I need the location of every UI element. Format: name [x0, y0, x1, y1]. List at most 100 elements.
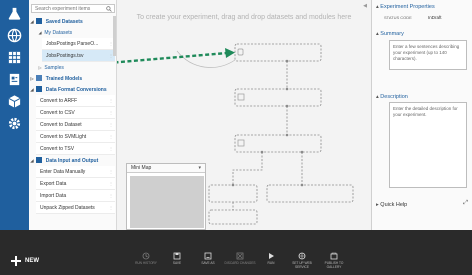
summary-placeholder: Enter a few sentences describing your ex… [393, 44, 460, 61]
category-samples[interactable]: ▷ Samples [29, 62, 116, 73]
discard-icon [236, 252, 244, 260]
module-item-enter-data[interactable]: Enter Data Manually ⋮ [36, 166, 115, 178]
category-my-datasets[interactable]: ◢ My Datasets [29, 27, 116, 38]
drag-handle-icon[interactable]: ⋮ [109, 202, 113, 214]
drag-handle-icon[interactable]: ⋮ [109, 107, 113, 119]
module-item-convert-csv[interactable]: Convert to CSV ⋮ [36, 107, 115, 119]
category-label: Trained Models [45, 76, 83, 82]
module-slot-3 [234, 134, 322, 153]
module-item-convert-dataset[interactable]: Convert to Dataset ⋮ [36, 119, 115, 131]
dataset-item-jobspostings-tsv[interactable]: JobsPostings.tsv ⋮ [42, 50, 115, 62]
item-label: Export Data [40, 181, 67, 187]
category-label: My Datasets [44, 30, 73, 36]
caret-down-icon: ◢ [30, 87, 34, 92]
drag-handle-icon[interactable]: ⋮ [109, 119, 113, 131]
experiment-canvas[interactable]: To create your experiment, drag and drop… [117, 0, 371, 230]
module-item-import-data[interactable]: Import Data ⋮ [36, 190, 115, 202]
flask-icon[interactable] [7, 6, 22, 21]
module-tree: ◢ Saved Datasets ◢ My Datasets JobsPosti… [29, 16, 116, 214]
item-label: Convert to CSV [40, 110, 75, 116]
properties-panel: ▴ Experiment Properties STATUS CODE InDr… [371, 0, 472, 230]
database-icon [36, 18, 43, 24]
caret-down-icon: ◢ [30, 158, 34, 163]
properties-title-text: Experiment Properties [380, 4, 435, 10]
run-button[interactable]: RUN [255, 252, 287, 265]
cube-icon [36, 75, 43, 81]
search-icon[interactable] [106, 6, 112, 12]
save-as-label: SAVE AS [201, 261, 215, 265]
category-label: Data Format Conversions [45, 87, 107, 93]
description-title: Description [380, 94, 408, 100]
item-label: JobsPostings.tsv [46, 53, 84, 59]
caret-right-icon: ▷ [38, 65, 42, 70]
document-icon[interactable] [7, 72, 22, 87]
description-placeholder: Enter the detailed description for your … [393, 106, 458, 117]
run-history-button[interactable]: RUN HISTORY [130, 252, 162, 265]
cube-icon[interactable] [7, 94, 22, 109]
module-slot-6 [208, 209, 258, 225]
set-up-web-service-button[interactable]: SET UP WEB SERVICE [286, 252, 318, 269]
quick-help-header[interactable]: ▸ Quick Help [376, 202, 407, 208]
globe-icon[interactable] [7, 28, 22, 43]
module-item-unpack-zipped[interactable]: Unpack Zipped Datasets ⋮ [36, 202, 115, 214]
save-as-button[interactable]: SAVE AS [192, 252, 224, 265]
settings-icon[interactable] [7, 116, 22, 131]
minimap-title: Mini Map [127, 164, 205, 173]
category-trained-models[interactable]: ▷ Trained Models [29, 73, 116, 84]
palette-scrollbar[interactable] [113, 16, 116, 56]
save-button[interactable]: SAVE [161, 252, 193, 265]
module-item-convert-svmlight[interactable]: Convert to SVMLight ⋮ [36, 131, 115, 143]
new-label: NEW [25, 258, 39, 264]
category-label: Samples [44, 65, 64, 71]
drag-handle-icon[interactable]: ⋮ [109, 166, 113, 178]
save-as-icon [204, 252, 212, 260]
item-label: Enter Data Manually [40, 169, 86, 175]
search-placeholder: Search experiment items [35, 6, 91, 12]
search-input[interactable]: Search experiment items [31, 4, 115, 13]
item-label: Convert to SVMLight [40, 134, 87, 140]
caret-down-icon: ◢ [38, 30, 42, 35]
summary-section-header[interactable]: ▴ Summary [376, 31, 404, 37]
module-slot-5 [266, 184, 354, 203]
item-label: JobsPostings ParseO... [46, 41, 99, 47]
drag-handle-icon[interactable]: ⋮ [109, 190, 113, 202]
run-label: RUN [267, 261, 275, 265]
chevron-down-icon[interactable]: ▾ [198, 165, 201, 171]
conversion-icon [36, 86, 43, 92]
history-icon [142, 252, 150, 260]
publish-to-gallery-button[interactable]: PUBLISH TO GALLERY [318, 252, 350, 269]
module-item-convert-arff[interactable]: Convert to ARFF ⋮ [36, 95, 115, 107]
module-slot-dataset [234, 43, 322, 62]
drag-handle-icon[interactable]: ⋮ [109, 178, 113, 190]
caret-down-icon: ◢ [30, 19, 34, 24]
summary-field[interactable]: Enter a few sentences describing your ex… [389, 40, 467, 70]
gallery-icon [330, 252, 338, 260]
save-label: SAVE [172, 261, 182, 265]
module-item-convert-tsv[interactable]: Convert to TSV ⋮ [36, 143, 115, 155]
properties-title: ▴ Experiment Properties [376, 4, 435, 10]
item-label: Unpack Zipped Datasets [40, 205, 95, 211]
publish-to-gallery-label: PUBLISH TO GALLERY [324, 261, 344, 269]
data-io-icon [36, 157, 43, 163]
discard-changes-button[interactable]: DISCARD CHANGES [224, 252, 256, 265]
minimap-viewport[interactable] [130, 176, 204, 228]
category-data-format-conversions[interactable]: ◢ Data Format Conversions [29, 84, 116, 95]
dataset-item-parseo[interactable]: JobsPostings ParseO... ⋮ [42, 38, 115, 50]
expand-icon[interactable]: ⤢ [463, 200, 468, 207]
drag-handle-icon[interactable]: ⋮ [109, 95, 113, 107]
drag-arrow-head [225, 48, 235, 58]
database-icon[interactable] [7, 50, 22, 65]
quick-help-label: Quick Help [380, 202, 408, 208]
category-saved-datasets[interactable]: ◢ Saved Datasets [29, 16, 116, 27]
left-nav-rail [0, 0, 29, 230]
module-palette: Search experiment items ◢ Saved Datasets… [29, 0, 117, 230]
drag-handle-icon[interactable]: ⋮ [109, 143, 113, 155]
mini-map[interactable]: Mini Map ▾ [126, 163, 206, 230]
description-field[interactable]: Enter the detailed description for your … [389, 102, 467, 188]
category-data-input-output[interactable]: ◢ Data Input and Output [29, 155, 116, 166]
module-item-export-data[interactable]: Export Data ⋮ [36, 178, 115, 190]
drag-handle-icon[interactable]: ⋮ [109, 131, 113, 143]
module-slot-2 [234, 88, 322, 107]
plus-icon [11, 256, 21, 266]
description-section-header[interactable]: ▴ Description [376, 94, 408, 100]
